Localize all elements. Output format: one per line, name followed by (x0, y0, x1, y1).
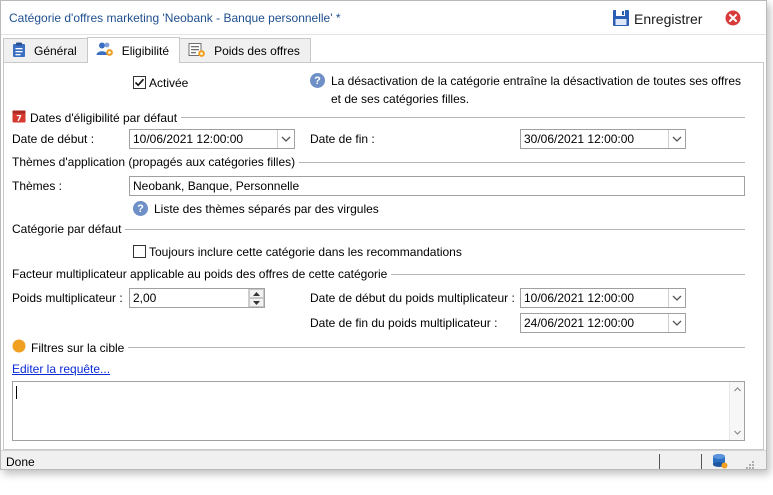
form-gear-icon (188, 42, 206, 61)
themes-help-text: Liste des thèmes séparés par des virgule… (154, 202, 379, 216)
help-icon: ? (310, 73, 325, 88)
status-bar: Done (1, 450, 766, 469)
weight-stepper[interactable]: 2,00 (129, 288, 265, 308)
default-category-title: Catégorie par défaut (12, 222, 122, 236)
target-filters-section: Filtres sur la cible (12, 339, 745, 356)
weight-end-field[interactable]: 24/06/2021 12:00:00 (520, 313, 686, 333)
query-textarea[interactable] (12, 381, 745, 441)
tab-offer-weights-label: Poids des offres (214, 44, 300, 58)
save-button[interactable]: Enregistrer (612, 7, 702, 31)
triangle-up-icon (253, 291, 260, 296)
active-label: Activée (149, 76, 189, 90)
always-include-checkbox[interactable] (133, 245, 146, 258)
increment-button[interactable] (249, 289, 264, 298)
close-button[interactable] (725, 10, 741, 26)
start-date-label: Date de début : (12, 132, 95, 146)
status-text: Done (6, 455, 35, 469)
triangle-down-icon (253, 300, 260, 305)
tab-offer-weights[interactable]: Poids des offres (179, 38, 311, 63)
tab-general-label: Général (34, 44, 77, 58)
deactivation-help-line2: et de ses catégories filles. (331, 92, 470, 106)
title-bar: Catégorie d'offres marketing 'Neobank - … (1, 1, 766, 35)
help-icon: ? (133, 201, 148, 216)
decrement-button[interactable] (249, 298, 264, 307)
scroll-up-icon[interactable] (730, 384, 745, 394)
tab-eligibility-label: Eligibilité (121, 43, 170, 58)
themes-label: Thèmes : (12, 179, 63, 193)
weight-start-label: Date de début du poids multiplicateur : (310, 291, 515, 305)
weight-label: Poids multiplicateur : (12, 291, 123, 305)
users-gear-icon (96, 41, 114, 60)
clipboard-icon (12, 42, 26, 61)
weight-end-label: Date de fin du poids multiplicateur : (310, 316, 498, 330)
tab-eligibility[interactable]: Eligibilité (86, 37, 181, 63)
window-title: Catégorie d'offres marketing 'Neobank - … (9, 11, 341, 25)
weight-end-value: 24/06/2021 12:00:00 (524, 316, 635, 330)
default-category-section: Catégorie par défaut (12, 222, 745, 236)
floppy-disk-icon (612, 9, 630, 30)
themes-input[interactable]: Neobank, Banque, Personnelle (129, 176, 745, 196)
scroll-down-icon[interactable] (730, 428, 745, 438)
deactivation-help-line1: La désactivation de la catégorie entraîn… (331, 74, 742, 88)
default-dates-title: Dates d'éligibilité par défaut (30, 110, 178, 125)
calendar-icon: 7 (12, 109, 26, 126)
start-date-value: 10/06/2021 12:00:00 (133, 132, 244, 146)
close-icon (725, 10, 741, 26)
active-checkbox[interactable] (133, 76, 146, 89)
themes-value: Neobank, Banque, Personnelle (133, 179, 300, 193)
tab-general[interactable]: Général (3, 38, 88, 63)
chevron-down-icon[interactable] (668, 314, 685, 332)
themes-section: Thèmes d'application (propagés aux catég… (12, 155, 745, 169)
themes-section-title: Thèmes d'application (propagés aux catég… (12, 155, 296, 169)
multiplier-section: Facteur multiplicateur applicable au poi… (12, 267, 745, 281)
multiplier-section-title: Facteur multiplicateur applicable au poi… (12, 267, 388, 281)
weight-value: 2,00 (133, 291, 157, 305)
weight-start-field[interactable]: 10/06/2021 12:00:00 (520, 288, 686, 308)
always-include-label: Toujours inclure cette catégorie dans le… (149, 245, 462, 259)
textarea-scrollbar[interactable] (729, 382, 744, 440)
end-date-value: 30/06/2021 12:00:00 (524, 132, 635, 146)
offer-category-window: Catégorie d'offres marketing 'Neobank - … (0, 0, 767, 470)
filter-dot-icon (12, 339, 26, 356)
end-date-field[interactable]: 30/06/2021 12:00:00 (520, 129, 686, 149)
checkmark-icon (134, 78, 145, 87)
start-date-field[interactable]: 10/06/2021 12:00:00 (129, 129, 295, 149)
target-filters-title: Filtres sur la cible (31, 340, 125, 355)
chevron-down-icon[interactable] (668, 130, 685, 148)
default-dates-section: 7 Dates d'éligibilité par défaut (12, 109, 745, 126)
database-icon[interactable] (712, 453, 728, 469)
weight-start-value: 10/06/2021 12:00:00 (524, 291, 635, 305)
chevron-down-icon[interactable] (668, 289, 685, 307)
resize-grip-icon[interactable] (745, 459, 755, 469)
end-date-label: Date de fin : (310, 132, 375, 146)
edit-query-link[interactable]: Editer la requête... (12, 362, 110, 376)
eligibility-panel: Activée ? La désactivation de la catégor… (3, 62, 764, 450)
save-button-label: Enregistrer (634, 11, 703, 27)
chevron-down-icon[interactable] (277, 130, 294, 148)
tab-bar: Général Eligibilité Poids des offres (3, 37, 311, 63)
svg-text:7: 7 (16, 114, 22, 123)
